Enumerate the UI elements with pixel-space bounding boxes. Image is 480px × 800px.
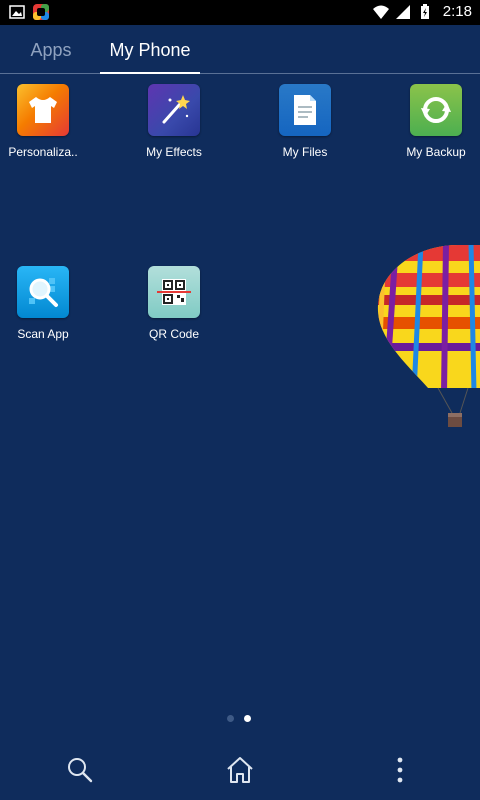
app-label: Personaliza.. xyxy=(8,145,78,159)
more-vert-icon xyxy=(397,757,403,783)
page-dot-1[interactable] xyxy=(227,715,234,722)
app-label: Scan App xyxy=(17,327,69,341)
app-my-effects[interactable]: My Effects xyxy=(119,84,229,159)
home-icon xyxy=(227,757,253,783)
app-qr-code[interactable]: QR Code xyxy=(119,266,229,341)
app-label: My Files xyxy=(282,145,328,159)
app-scan-app[interactable]: Scan App xyxy=(0,266,98,341)
wifi-icon xyxy=(372,5,389,19)
hot-air-balloon-wallpaper xyxy=(377,245,480,427)
page-indicator xyxy=(227,715,251,722)
sync-icon xyxy=(410,84,462,136)
search-button[interactable] xyxy=(60,752,100,788)
tab-my-phone[interactable]: My Phone xyxy=(100,25,200,74)
app-notification-icon xyxy=(33,4,49,20)
app-label: My Effects xyxy=(146,145,202,159)
tab-my-phone-label: My Phone xyxy=(109,40,191,60)
app-my-backup[interactable]: My Backup xyxy=(381,84,480,159)
clock: 2:18 xyxy=(442,3,472,20)
app-my-files[interactable]: My Files xyxy=(250,84,360,159)
active-tab-indicator xyxy=(100,72,200,74)
signal-icon xyxy=(395,4,410,19)
tab-apps[interactable]: Apps xyxy=(16,25,86,73)
qr-code-icon xyxy=(148,266,200,318)
more-button[interactable] xyxy=(380,752,420,788)
status-bar: 2:18 xyxy=(0,0,480,25)
app-label: My Backup xyxy=(406,145,466,159)
battery-icon xyxy=(420,3,429,19)
image-notification-icon xyxy=(9,5,25,19)
shirt-icon xyxy=(17,84,69,136)
page-dot-2-active[interactable] xyxy=(244,715,251,722)
app-label: QR Code xyxy=(148,327,200,341)
home-button[interactable] xyxy=(220,752,260,788)
document-icon xyxy=(279,84,331,136)
tab-bar: Apps My Phone xyxy=(0,25,480,74)
magnifier-icon xyxy=(17,266,69,318)
bottom-nav xyxy=(0,740,480,800)
app-personalization[interactable]: Personaliza.. xyxy=(0,84,98,159)
magic-wand-icon xyxy=(148,84,200,136)
search-icon xyxy=(68,758,93,783)
